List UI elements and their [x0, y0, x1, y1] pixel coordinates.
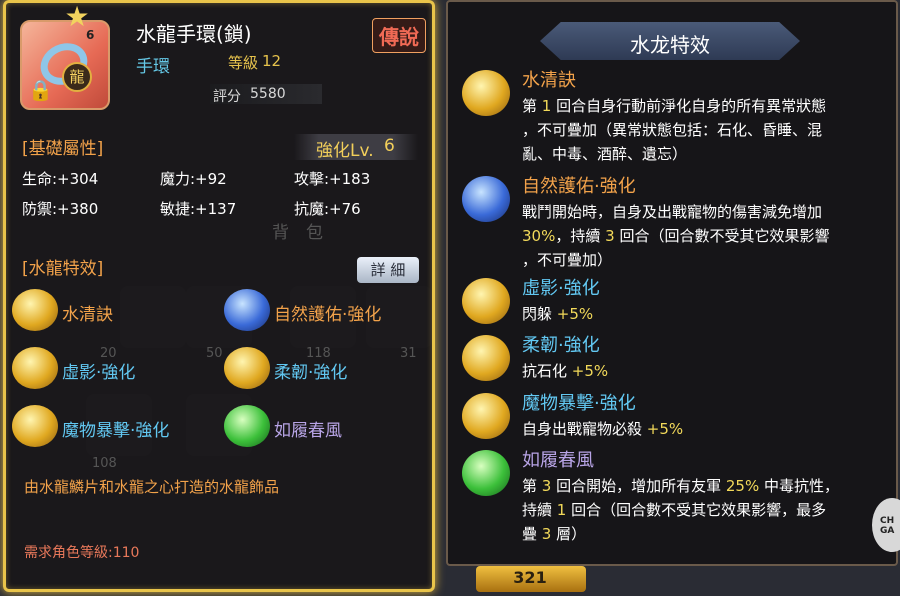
skill-name: 水清訣: [62, 305, 113, 325]
effect-skill-name: 如履春風: [522, 450, 594, 471]
stat-atk: 攻擊:+183: [294, 170, 371, 188]
detail-button[interactable]: 詳 細: [357, 257, 419, 283]
skill-name: 柔韌·強化: [274, 363, 348, 383]
effect-skill-desc-line: 30%，持續 3 回合（回合數不受其它效果影響: [522, 227, 830, 245]
stat-agi: 敏捷:+137: [160, 200, 237, 218]
stat-mres: 抗魔:+76: [294, 200, 361, 218]
gold-bell-icon: [462, 393, 510, 439]
effect-skill-desc-line: 閃躲 +5%: [522, 305, 594, 323]
skill-name: 虛影·強化: [62, 363, 136, 383]
effect-skill-desc-line: 亂、中毒、酒醉、遺忘）: [522, 145, 688, 163]
effects-title: [水龍特效]: [22, 259, 104, 279]
effect-skill-name: 自然護佑·強化: [522, 176, 636, 197]
item-name: 水龍手環(鎖): [136, 22, 252, 46]
effect-skill-desc-line: 第 1 回合自身行動前淨化自身的所有異常狀態: [522, 97, 827, 115]
skill-name: 如履春風: [274, 421, 342, 441]
item-type: 手環: [136, 57, 170, 77]
effect-skill-desc-line: 戰鬥開始時，自身及出戰寵物的傷害減免增加: [522, 203, 823, 221]
enhance-value: 6: [384, 136, 395, 156]
base-attr-title: [基礎屬性]: [22, 139, 104, 159]
star-icon: ★: [64, 0, 90, 33]
star-count: 6: [86, 28, 95, 42]
green-wind-icon: [224, 405, 270, 447]
skill-name: 自然護佑·強化: [274, 305, 382, 325]
effect-skill-name: 水清訣: [522, 70, 576, 91]
stat-def: 防禦:+380: [22, 200, 99, 218]
effect-skill-desc-line: 持續 1 回合（回合數不受其它效果影響，最多: [522, 501, 827, 519]
coin-count: 321: [513, 568, 547, 587]
item-description: 由水龍鱗片和水龍之心打造的水龍飾品: [24, 478, 280, 496]
effect-skill-desc-line: 自身出戰寵物必殺 +5%: [522, 420, 684, 438]
slot-count: 50: [206, 346, 223, 361]
enhance-label: 強化Lv.: [316, 141, 374, 161]
slot-count: 31: [400, 346, 417, 361]
effect-panel-title: 水龙特效: [630, 33, 710, 57]
gold-figure-icon: [224, 347, 270, 389]
gold-feather-icon: [462, 278, 510, 324]
gold-orb-icon: [12, 289, 58, 331]
dragon-badge: 龍: [62, 62, 92, 92]
blue-swirl-icon: [224, 289, 270, 331]
slot-count: 118: [306, 346, 331, 361]
effect-skill-name: 柔韌·強化: [522, 335, 600, 356]
item-level-value: 12: [262, 52, 282, 70]
gold-figure-icon: [462, 335, 510, 381]
effect-skill-desc-line: 疊 3 層）: [522, 525, 587, 543]
required-level: 需求角色等級:110: [24, 545, 140, 561]
stat-mp: 魔力:+92: [160, 170, 227, 188]
slot-count: 20: [100, 346, 117, 361]
effect-skill-desc-line: 抗石化 +5%: [522, 362, 609, 380]
bracelet-icon: 🔒: [20, 20, 110, 110]
green-wind-icon: [462, 450, 510, 496]
rarity-badge: 傳說: [372, 18, 426, 53]
effect-skill-desc-line: ，不可疊加）: [522, 251, 613, 269]
blue-swirl-icon: [462, 176, 510, 222]
gold-orb-icon: [462, 70, 510, 116]
score-value: 5580: [250, 86, 286, 102]
stat-hp: 生命:+304: [22, 170, 99, 188]
watermark-logo-text: CH GA: [880, 516, 895, 536]
effect-skill-desc-line: ，不可疊加（異常狀態包括：石化、昏睡、混: [522, 121, 823, 139]
score-label: 評分: [213, 89, 241, 105]
effect-skill-desc-line: 第 3 回合開始，增加所有友軍 25% 中毒抗性，: [522, 477, 839, 495]
item-level-label: 等級: [228, 54, 259, 72]
gold-feather-icon: [12, 347, 58, 389]
slot-count: 108: [92, 456, 117, 471]
effect-skill-name: 魔物暴擊·強化: [522, 393, 636, 414]
gold-bell-icon: [12, 405, 58, 447]
lock-icon: 🔒: [28, 78, 53, 102]
effect-skill-name: 虛影·強化: [522, 278, 600, 299]
bag-watermark: 背 包: [272, 223, 323, 243]
skill-name: 魔物暴擊·強化: [62, 421, 170, 441]
